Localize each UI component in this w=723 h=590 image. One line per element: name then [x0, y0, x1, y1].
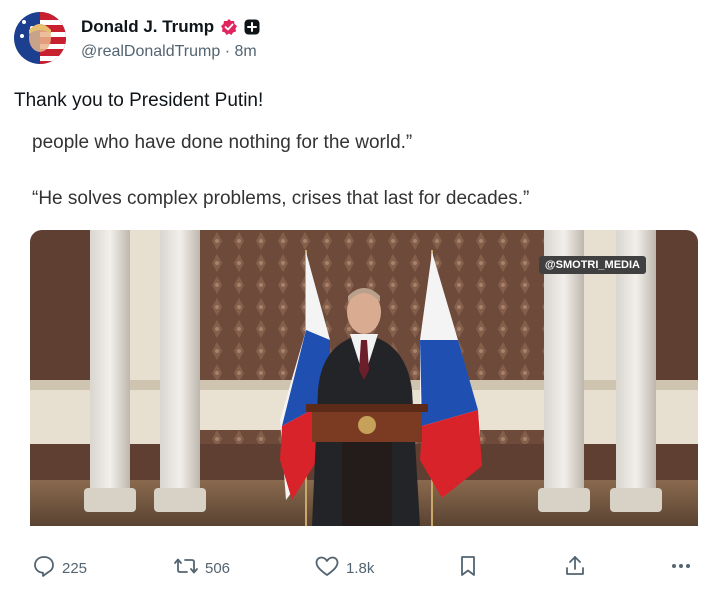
timestamp[interactable]: 8m — [235, 43, 257, 60]
like-count: 1.8k — [346, 559, 375, 577]
avatar[interactable] — [14, 12, 66, 64]
display-name[interactable]: Donald J. Trump — [81, 17, 214, 37]
bookmark-button[interactable] — [457, 554, 479, 582]
post-header: Donald J. Trump @realDonaldTrump · 8m — [14, 10, 260, 66]
separator: · — [224, 43, 235, 60]
share-button[interactable] — [563, 554, 587, 582]
caption-line-1: people who have done nothing for the wor… — [32, 132, 413, 153]
action-bar: 225 506 1.8k — [0, 548, 723, 584]
handle[interactable]: @realDonaldTrump — [81, 43, 220, 60]
handle-line: @realDonaldTrump · 8m — [81, 43, 260, 61]
post-text: Thank you to President Putin! — [14, 90, 264, 111]
reply-icon — [32, 554, 56, 582]
repost-count: 506 — [205, 559, 231, 577]
reply-button[interactable]: 225 — [32, 554, 87, 582]
verified-icon — [220, 18, 238, 36]
plus-badge-icon — [244, 19, 260, 35]
share-icon — [563, 554, 587, 582]
repost-icon — [173, 554, 199, 582]
more-button[interactable] — [668, 554, 694, 582]
like-icon — [314, 554, 340, 582]
repost-button[interactable]: 506 — [173, 554, 230, 582]
post-media[interactable]: people who have done nothing for the wor… — [14, 118, 714, 528]
bookmark-icon — [457, 554, 479, 582]
video-frame[interactable]: @SMOTRI_MEDIA — [30, 230, 698, 526]
like-button[interactable]: 1.8k — [314, 554, 374, 582]
watermark-label: @SMOTRI_MEDIA — [538, 256, 646, 274]
reply-count: 225 — [62, 559, 88, 577]
caption-line-2: “He solves complex problems, crises that… — [32, 188, 530, 209]
more-icon — [668, 554, 694, 582]
